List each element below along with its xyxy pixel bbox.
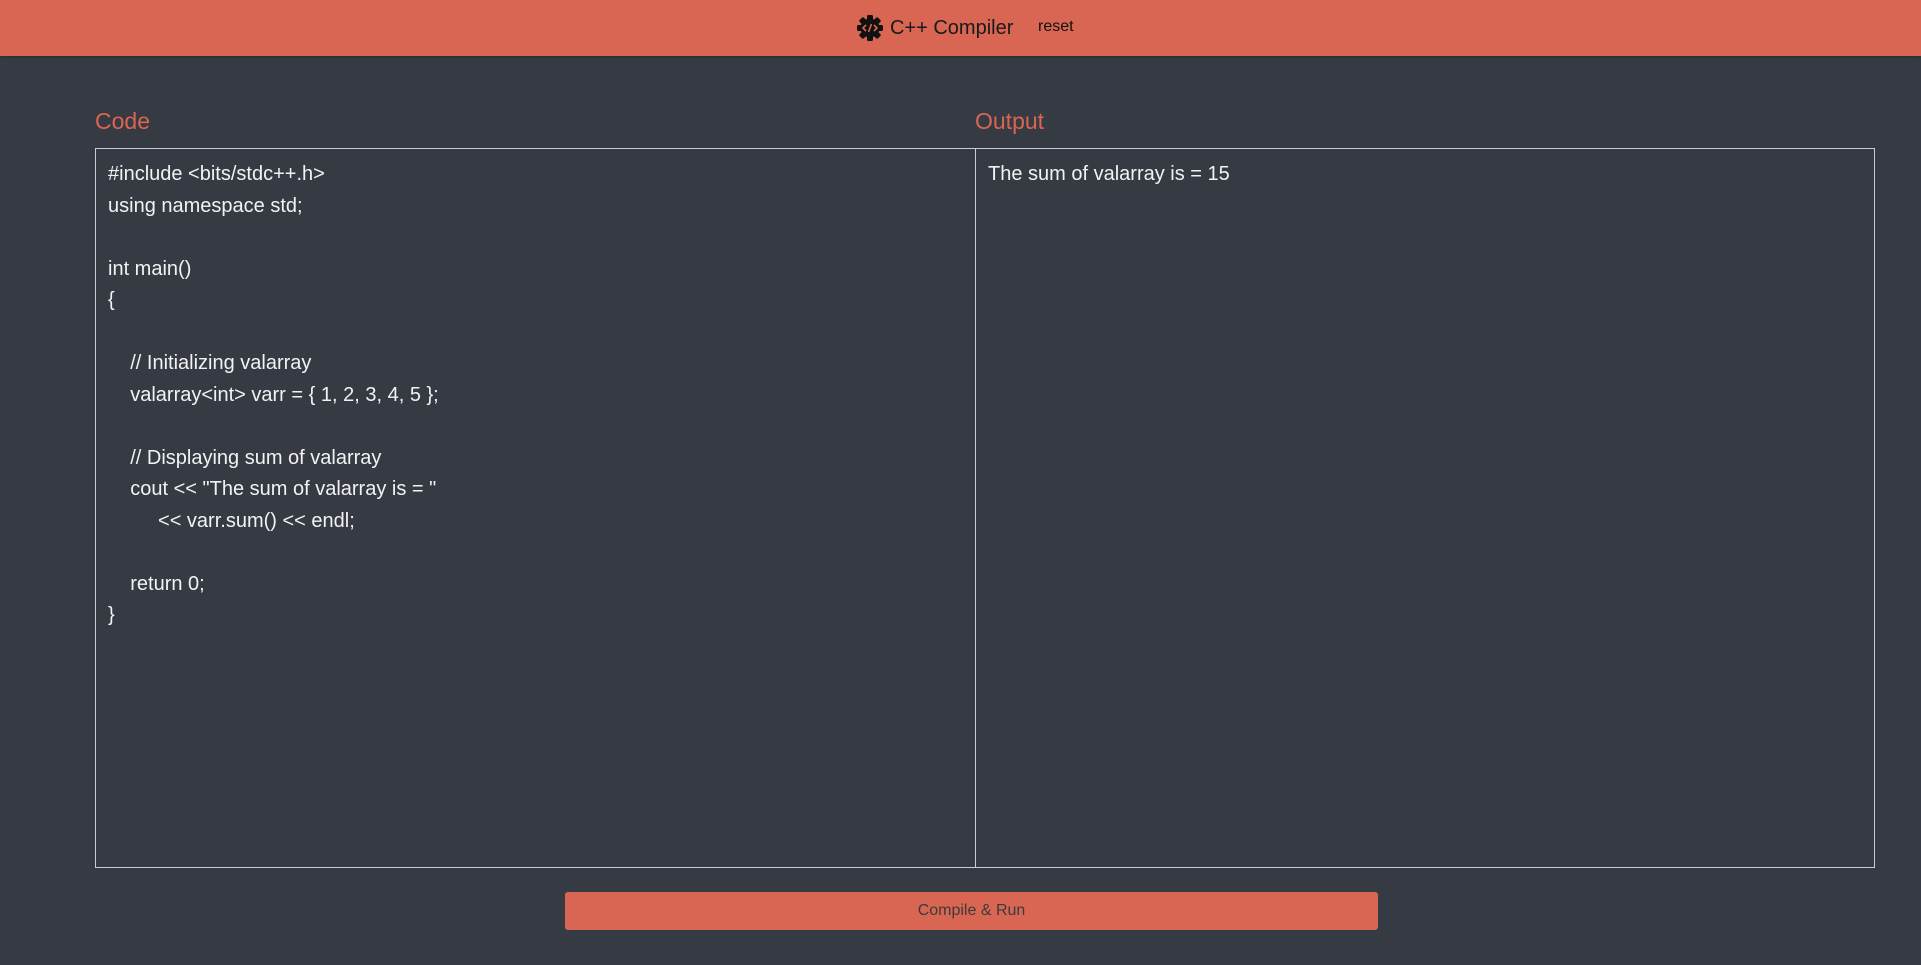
code-content[interactable]: #include <bits/stdc++.h> using namespace… [96, 149, 975, 642]
brand[interactable]: C++ Compiler [856, 14, 1013, 42]
output-content: The sum of valarray is = 15 [988, 163, 1230, 185]
compile-run-button[interactable]: Compile & Run [565, 892, 1378, 930]
code-editor[interactable]: #include <bits/stdc++.h> using namespace… [95, 148, 976, 868]
code-gear-icon [856, 14, 884, 42]
app-title: C++ Compiler [890, 16, 1014, 39]
top-navbar: C++ Compiler reset [0, 0, 1921, 56]
code-label: Code [95, 108, 150, 134]
reset-link[interactable]: reset [1038, 18, 1074, 36]
output-label: Output [975, 108, 1045, 134]
output-panel: The sum of valarray is = 15 [975, 148, 1875, 868]
